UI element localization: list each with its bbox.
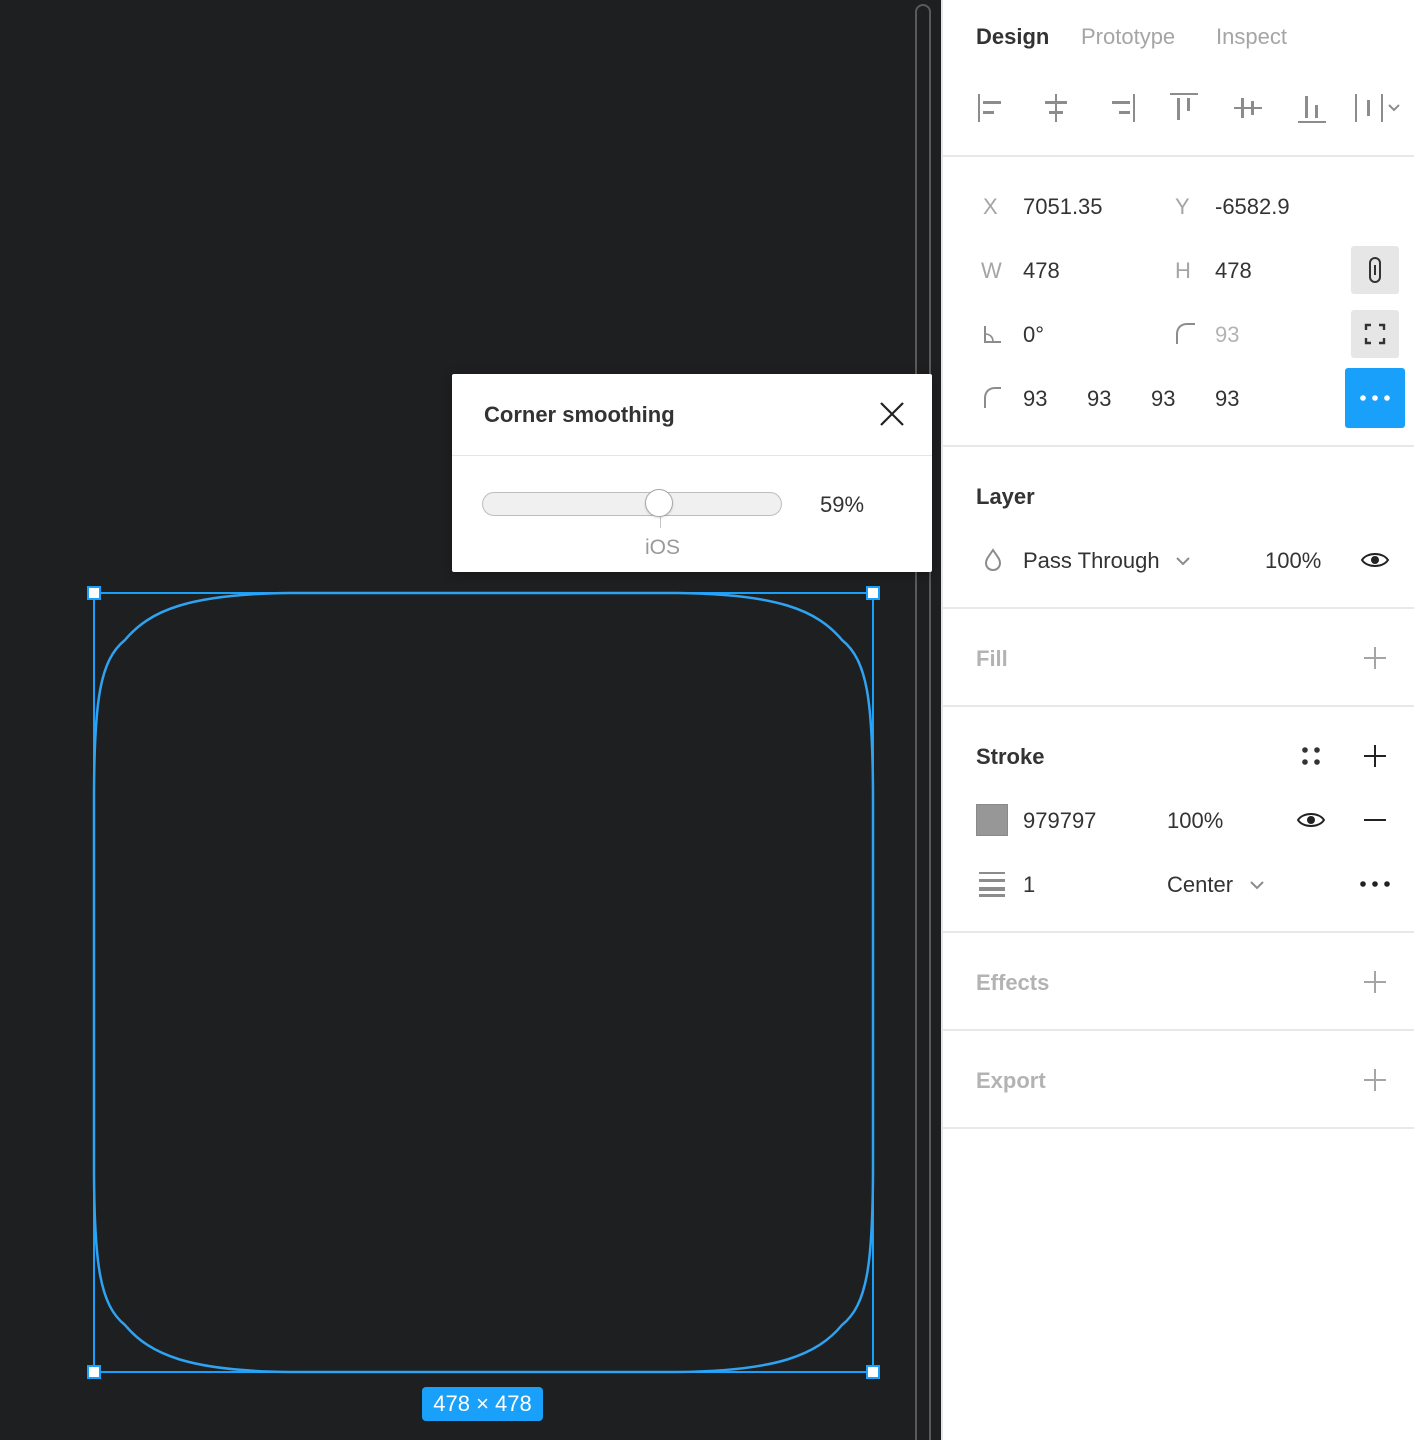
tab-design[interactable]: Design [976, 24, 1049, 50]
resize-handle-top-left[interactable] [87, 586, 101, 600]
constrain-proportions-button[interactable] [1351, 246, 1399, 294]
blend-mode-icon [977, 544, 1009, 576]
align-horizontal-center-icon[interactable] [1038, 90, 1074, 126]
y-input[interactable]: -6582.9 [1215, 194, 1290, 220]
link-icon [1369, 257, 1381, 283]
corner-radius-icon [979, 382, 1011, 414]
divider [943, 931, 1414, 933]
stroke-weight-icon [976, 868, 1008, 900]
add-stroke-icon[interactable] [1359, 740, 1391, 772]
corner-radius-icon [1171, 318, 1203, 350]
chevron-down-icon[interactable] [1245, 870, 1269, 898]
corner-top-right-input[interactable]: 93 [1087, 386, 1111, 412]
selection-bounding-box [93, 592, 874, 1373]
align-left-icon[interactable] [975, 90, 1011, 126]
add-effect-icon[interactable] [1359, 966, 1391, 998]
align-top-icon[interactable] [1166, 90, 1202, 126]
tab-inspect[interactable]: Inspect [1216, 24, 1287, 50]
resize-handle-top-right[interactable] [866, 586, 880, 600]
w-label: W [981, 258, 1002, 283]
stroke-color-swatch[interactable] [976, 804, 1008, 836]
align-bottom-icon[interactable] [1294, 90, 1330, 126]
stroke-opacity-input[interactable]: 100% [1167, 808, 1223, 834]
stroke-position-select[interactable]: Center [1167, 872, 1233, 898]
corner-smoothing-button[interactable] [1345, 368, 1405, 428]
stroke-weight-input[interactable]: 1 [1023, 872, 1035, 898]
independent-corners-button[interactable] [1351, 310, 1399, 358]
canvas-shapes [92, 591, 875, 1374]
layer-section-title: Layer [976, 484, 1035, 509]
eye-icon[interactable] [1295, 804, 1327, 836]
corner-bottom-left-input[interactable]: 93 [1215, 386, 1239, 412]
smoothing-value[interactable]: 59% [820, 492, 864, 518]
chevron-down-icon[interactable] [1171, 546, 1195, 574]
divider [943, 1127, 1414, 1129]
stroke-color-hex-input[interactable]: 979797 [1023, 808, 1096, 834]
y-label: Y [1175, 194, 1190, 219]
smoothing-slider-thumb[interactable] [645, 489, 673, 517]
fill-section-title: Fill [976, 646, 1008, 671]
ios-preset-tick [660, 516, 661, 528]
effects-section-title: Effects [976, 970, 1050, 995]
smoothed-rounded-rectangle[interactable] [92, 591, 875, 1374]
corner-bottom-right-input[interactable]: 93 [1151, 386, 1175, 412]
more-icon [1360, 395, 1390, 401]
tab-prototype[interactable]: Prototype [1081, 24, 1175, 50]
corner-top-left-input[interactable]: 93 [1023, 386, 1047, 412]
divider [943, 155, 1414, 157]
height-input[interactable]: 478 [1215, 258, 1252, 284]
expand-corners-icon [1364, 323, 1386, 345]
popup-header: Corner smoothing [452, 374, 932, 456]
align-vertical-center-icon[interactable] [1230, 90, 1266, 126]
ios-preset-label: iOS [645, 536, 681, 559]
h-label: H [1175, 258, 1191, 283]
popup-title: Corner smoothing [484, 402, 675, 427]
close-icon[interactable] [876, 398, 908, 430]
x-input[interactable]: 7051.35 [1023, 194, 1103, 220]
width-input[interactable]: 478 [1023, 258, 1060, 284]
align-right-icon[interactable] [1102, 90, 1138, 126]
design-canvas[interactable]: 478 × 478 [0, 0, 941, 1440]
rotation-icon [979, 318, 1011, 350]
divider [943, 1029, 1414, 1031]
smoothing-slider-track[interactable] [482, 492, 782, 516]
divider [943, 607, 1414, 609]
canvas-scrollbar[interactable] [915, 4, 931, 1440]
add-export-icon[interactable] [1359, 1064, 1391, 1096]
distribute-dropdown-icon[interactable] [1353, 90, 1405, 126]
x-label: X [983, 194, 998, 219]
layer-opacity-input[interactable]: 100% [1265, 548, 1321, 574]
styles-icon[interactable] [1295, 740, 1327, 772]
corner-smoothing-popup: Corner smoothing iOS 59% [452, 374, 932, 572]
more-icon[interactable] [1357, 868, 1393, 900]
remove-stroke-icon[interactable] [1359, 804, 1391, 836]
export-section-title: Export [976, 1068, 1046, 1093]
divider [943, 445, 1414, 447]
rotation-input[interactable]: 0° [1023, 322, 1044, 348]
eye-icon[interactable] [1359, 544, 1391, 576]
properties-panel: Design Prototype Inspect X 7051.35 Y -65… [941, 0, 1414, 1440]
resize-handle-bottom-right[interactable] [866, 1365, 880, 1379]
add-fill-icon[interactable] [1359, 642, 1391, 674]
size-badge: 478 × 478 [422, 1387, 543, 1421]
resize-handle-bottom-left[interactable] [87, 1365, 101, 1379]
blend-mode-select[interactable]: Pass Through [1023, 548, 1160, 574]
divider [943, 705, 1414, 707]
corner-radius-input[interactable]: 93 [1215, 322, 1239, 348]
stroke-section-title: Stroke [976, 744, 1045, 769]
